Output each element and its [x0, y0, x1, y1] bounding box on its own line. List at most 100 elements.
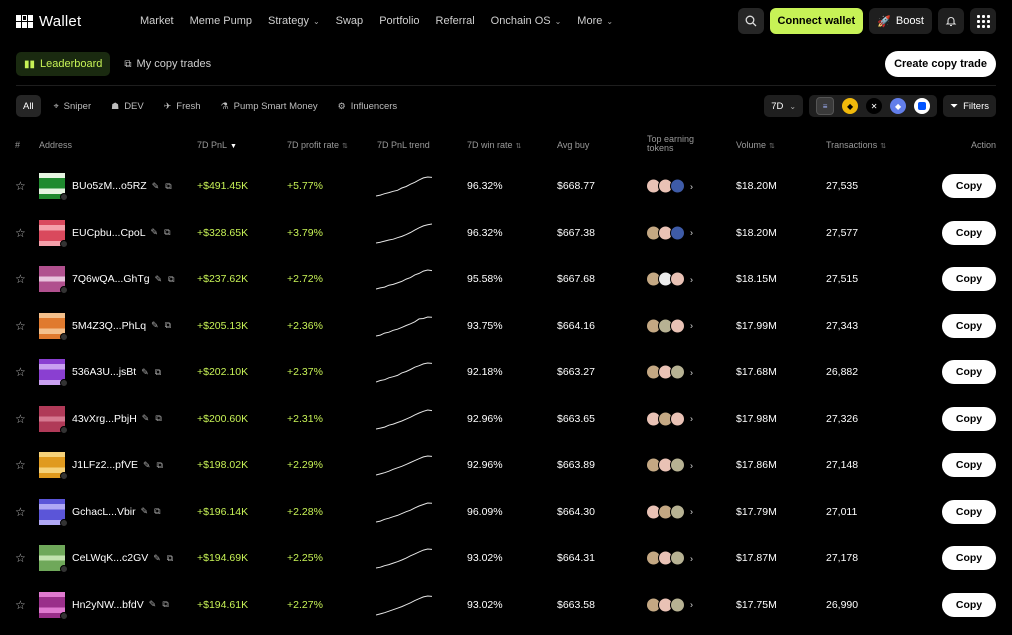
boost-button[interactable]: 🚀 Boost — [869, 8, 932, 34]
copy-button[interactable]: Copy — [942, 220, 996, 245]
copy-button[interactable]: Copy — [942, 267, 996, 292]
table-row[interactable]: ☆ 5M4Z3Q...PhLq ✎ ⧉ +$205.13K +2.36% 93.75% $66… — [0, 303, 1012, 350]
copy-icon[interactable]: ⧉ — [165, 181, 171, 192]
ethereum-chain-icon[interactable]: ◆ — [890, 98, 907, 114]
nav-item-meme-pump[interactable]: Meme Pump — [190, 15, 252, 27]
favorite-star-icon[interactable]: ☆ — [15, 319, 26, 333]
tab-leaderboard[interactable]: ▮▮ Leaderboard — [16, 52, 111, 76]
copy-button[interactable]: Copy — [942, 453, 996, 478]
edit-icon[interactable]: ✎ — [151, 320, 159, 331]
top-tokens[interactable]: › — [646, 550, 693, 566]
nav-item-referral[interactable]: Referral — [436, 15, 475, 27]
top-tokens[interactable]: › — [646, 225, 693, 241]
apps-menu-button[interactable] — [970, 8, 996, 34]
top-tokens[interactable]: › — [646, 178, 693, 194]
edit-icon[interactable]: ✎ — [141, 367, 149, 378]
copy-button[interactable]: Copy — [942, 592, 996, 617]
xlayer-chain-icon[interactable]: ✕ — [866, 98, 883, 114]
copy-icon[interactable]: ⧉ — [155, 367, 161, 378]
top-tokens[interactable]: › — [646, 411, 693, 427]
wallet-address[interactable]: 43vXrg...PbjH ✎ ⧉ — [72, 413, 162, 425]
wallet-address[interactable]: 7Q6wQA...GhTg ✎ ⧉ — [72, 273, 175, 285]
copy-button[interactable]: Copy — [942, 174, 996, 199]
top-tokens[interactable]: › — [646, 318, 693, 334]
wallet-address[interactable]: CeLWqK...c2GV ✎ ⧉ — [72, 552, 173, 564]
nav-item-strategy[interactable]: Strategy ⌄ — [268, 15, 320, 27]
nav-item-more[interactable]: More ⌄ — [577, 15, 613, 27]
copy-icon[interactable]: ⧉ — [157, 460, 163, 471]
copy-icon[interactable]: ⧉ — [168, 274, 174, 285]
favorite-star-icon[interactable]: ☆ — [15, 505, 26, 519]
wallet-address[interactable]: GchacL...Vbir ✎ ⧉ — [72, 506, 161, 518]
edit-icon[interactable]: ✎ — [155, 274, 163, 285]
copy-button[interactable]: Copy — [942, 546, 996, 571]
wallet-address[interactable]: Hn2yNW...bfdV ✎ ⧉ — [72, 599, 169, 611]
wallet-address[interactable]: J1LFz2...pfVE ✎ ⧉ — [72, 459, 163, 471]
copy-icon[interactable]: ⧉ — [154, 506, 160, 517]
copy-icon[interactable]: ⧉ — [162, 599, 168, 610]
header-profit-rate[interactable]: 7D profit rate ⇅ — [287, 140, 348, 150]
edit-icon[interactable]: ✎ — [152, 181, 160, 192]
header-volume[interactable]: Volume ⇅ — [736, 140, 775, 150]
edit-icon[interactable]: ✎ — [142, 413, 150, 424]
copy-icon[interactable]: ⧉ — [164, 227, 170, 238]
nav-item-swap[interactable]: Swap — [336, 15, 364, 27]
copy-icon[interactable]: ⧉ — [167, 553, 173, 564]
notifications-button[interactable] — [938, 8, 964, 34]
table-row[interactable]: ☆ Hn2yNW...bfdV ✎ ⧉ +$194.61K +2.27% 93.02% $66… — [0, 582, 1012, 629]
table-row[interactable]: ☆ J1LFz2...pfVE ✎ ⧉ +$198.02K +2.29% 92.96% $66… — [0, 442, 1012, 489]
favorite-star-icon[interactable]: ☆ — [15, 412, 26, 426]
table-row[interactable]: ☆ GchacL...Vbir ✎ ⧉ +$196.14K +2.28% 96.09% $66… — [0, 489, 1012, 536]
wallet-address[interactable]: EUCpbu...CpoL ✎ ⧉ — [72, 227, 171, 239]
connect-wallet-button[interactable]: Connect wallet — [769, 8, 864, 34]
period-select[interactable]: 7D ⌄ — [764, 95, 804, 117]
header-pnl[interactable]: 7D PnL ▼ — [197, 140, 237, 150]
edit-icon[interactable]: ✎ — [153, 553, 161, 564]
favorite-star-icon[interactable]: ☆ — [15, 179, 26, 193]
copy-icon[interactable]: ⧉ — [155, 413, 161, 424]
copy-button[interactable]: Copy — [942, 360, 996, 385]
favorite-star-icon[interactable]: ☆ — [15, 365, 26, 379]
table-row[interactable]: ☆ 43vXrg...PbjH ✎ ⧉ +$200.60K +2.31% 92.96% $66… — [0, 396, 1012, 443]
base-chain-icon[interactable] — [914, 98, 931, 114]
wallet-address[interactable]: BUo5zM...o5RZ ✎ ⧉ — [72, 180, 172, 192]
wallet-address[interactable]: 536A3U...jsBt ✎ ⧉ — [72, 366, 161, 378]
table-row[interactable]: ☆ 536A3U...jsBt ✎ ⧉ +$202.10K +2.37% 92.18% $66… — [0, 349, 1012, 396]
top-tokens[interactable]: › — [646, 504, 693, 520]
favorite-star-icon[interactable]: ☆ — [15, 458, 26, 472]
filter-chip-all[interactable]: All — [16, 95, 41, 117]
edit-icon[interactable]: ✎ — [151, 227, 159, 238]
nav-item-market[interactable]: Market — [140, 15, 174, 27]
top-tokens[interactable]: › — [646, 457, 693, 473]
tab-my-copy-trades[interactable]: ⧉ My copy trades — [116, 52, 219, 76]
okx-logo[interactable]: Wallet — [16, 13, 81, 30]
favorite-star-icon[interactable]: ☆ — [15, 598, 26, 612]
edit-icon[interactable]: ✎ — [149, 599, 157, 610]
copy-icon[interactable]: ⧉ — [165, 320, 171, 331]
favorite-star-icon[interactable]: ☆ — [15, 272, 26, 286]
table-row[interactable]: ☆ 7Q6wQA...GhTg ✎ ⧉ +$237.62K +2.72% 95.58% $66… — [0, 256, 1012, 303]
wallet-address[interactable]: 5M4Z3Q...PhLq ✎ ⧉ — [72, 320, 171, 332]
header-win-rate[interactable]: 7D win rate ⇅ — [467, 140, 521, 150]
top-tokens[interactable]: › — [646, 364, 693, 380]
filters-button[interactable]: ⏷ Filters — [943, 95, 996, 117]
solana-chain-icon[interactable]: ≡ — [816, 97, 835, 115]
filter-chip-fresh[interactable]: ✈ Fresh — [157, 95, 208, 117]
table-row[interactable]: ☆ CeLWqK...c2GV ✎ ⧉ +$194.69K +2.25% 93.02% $66… — [0, 535, 1012, 582]
filter-chip-dev[interactable]: ☗ DEV — [104, 95, 151, 117]
top-tokens[interactable]: › — [646, 271, 693, 287]
copy-button[interactable]: Copy — [942, 406, 996, 431]
create-copy-trade-button[interactable]: Create copy trade — [885, 51, 996, 77]
copy-button[interactable]: Copy — [942, 499, 996, 524]
top-tokens[interactable]: › — [646, 597, 693, 613]
edit-icon[interactable]: ✎ — [141, 506, 149, 517]
table-row[interactable]: ☆ EUCpbu...CpoL ✎ ⧉ +$328.65K +3.79% 96.32% $66… — [0, 210, 1012, 257]
bnb-chain-icon[interactable]: ◆ — [842, 98, 859, 114]
table-row[interactable]: ☆ BUo5zM...o5RZ ✎ ⧉ +$491.45K +5.77% 96.32% $66… — [0, 163, 1012, 210]
nav-item-onchain-os[interactable]: Onchain OS ⌄ — [491, 15, 562, 27]
filter-chip-influencers[interactable]: ⚙ Influencers — [331, 95, 405, 117]
edit-icon[interactable]: ✎ — [143, 460, 151, 471]
nav-item-portfolio[interactable]: Portfolio — [379, 15, 419, 27]
search-button[interactable] — [737, 8, 764, 34]
copy-button[interactable]: Copy — [942, 313, 996, 338]
